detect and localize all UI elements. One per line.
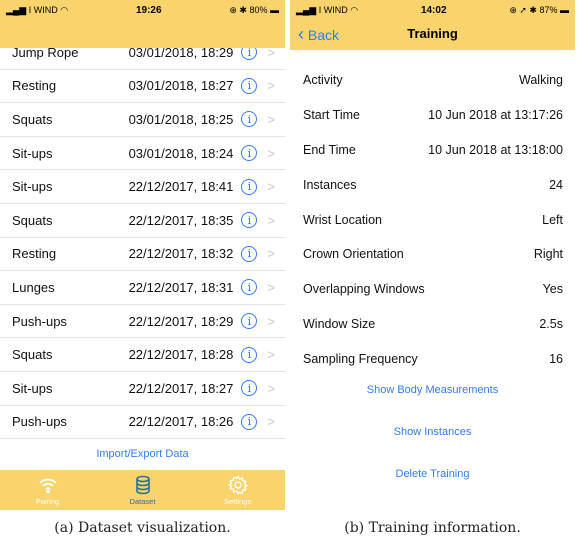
detail-row: Window Size 2.5s bbox=[303, 316, 563, 331]
detail-row: Instances 24 bbox=[303, 177, 563, 192]
info-icon[interactable]: i bbox=[241, 178, 258, 195]
info-icon[interactable]: i bbox=[241, 212, 258, 229]
list-item[interactable]: Resting 22/12/2017, 18:32 i > bbox=[0, 238, 285, 272]
list-item[interactable]: Sit-ups 22/12/2017, 18:41 i > bbox=[0, 170, 285, 204]
chevron-right-icon: > bbox=[267, 414, 275, 430]
tab-bar: Pairing Dataset Settings bbox=[0, 470, 285, 510]
nav-bar: ▂▄▆ I WIND ◠ 19:26 ⊕ ✱ 80% ▬ bbox=[0, 0, 285, 48]
caption-b: (b) Training information. bbox=[344, 520, 521, 536]
list-item[interactable]: Sit-ups 03/01/2018, 18:24 i > bbox=[0, 137, 285, 171]
signal-icon: ▂▄▆ bbox=[296, 4, 319, 15]
gear-icon bbox=[227, 474, 248, 495]
delete-training-button[interactable]: Delete Training bbox=[290, 468, 575, 480]
chevron-right-icon: > bbox=[267, 145, 275, 161]
training-screen: ▂▄▆ I WIND ◠ 14:02 ⊕ ➚ ✱ 87% ▬ ‹ Back Tr… bbox=[290, 0, 575, 510]
database-icon bbox=[135, 475, 150, 494]
wifi-status-icon: ◠ bbox=[350, 4, 359, 15]
chevron-right-icon: > bbox=[267, 179, 275, 195]
chevron-right-icon: > bbox=[267, 78, 275, 94]
training-details: Activity Walking Start Time 10 Jun 2018 at … bbox=[290, 63, 575, 376]
tab-dataset[interactable]: Dataset bbox=[95, 470, 190, 510]
signal-icon: ▂▄▆ bbox=[6, 4, 29, 15]
detail-row: Start Time 10 Jun 2018 at 13:17:26 bbox=[303, 108, 563, 123]
detail-row: Overlapping Windows Yes bbox=[303, 282, 563, 297]
wifi-status-icon: ◠ bbox=[60, 4, 69, 15]
chevron-right-icon: > bbox=[267, 279, 275, 295]
battery-icon: ▬ bbox=[270, 4, 279, 15]
status-bar: ▂▄▆ I WIND ◠ 19:26 ⊕ ✱ 80% ▬ bbox=[6, 4, 279, 16]
chevron-right-icon: > bbox=[267, 380, 275, 396]
info-icon[interactable]: i bbox=[241, 413, 258, 430]
list-item[interactable]: Squats 03/01/2018, 18:25 i > bbox=[0, 103, 285, 137]
wifi-icon bbox=[38, 478, 57, 493]
show-body-measurements-button[interactable]: Show Body Measurements bbox=[290, 384, 575, 396]
chevron-right-icon: > bbox=[267, 313, 275, 329]
battery-icon: ▬ bbox=[560, 4, 569, 15]
chevron-right-icon: > bbox=[267, 246, 275, 262]
list-item[interactable]: Squats 22/12/2017, 18:35 i > bbox=[0, 204, 285, 238]
status-bar: ▂▄▆ I WIND ◠ 14:02 ⊕ ➚ ✱ 87% ▬ bbox=[296, 4, 569, 16]
info-icon[interactable]: i bbox=[241, 279, 258, 296]
location-icon: ⊕ ➚ ✱ bbox=[509, 4, 540, 15]
page-title: Training bbox=[407, 26, 458, 41]
info-icon[interactable]: i bbox=[241, 380, 258, 397]
tab-pairing[interactable]: Pairing bbox=[0, 470, 95, 510]
detail-row: Activity Walking bbox=[303, 73, 563, 88]
info-icon[interactable]: i bbox=[241, 77, 258, 94]
chevron-right-icon: > bbox=[267, 347, 275, 363]
bluetooth-icon: ⊕ ✱ bbox=[229, 4, 250, 15]
detail-row: Sampling Frequency 16 bbox=[303, 351, 563, 366]
detail-row: Wrist Location Left bbox=[303, 212, 563, 227]
tab-settings[interactable]: Settings bbox=[190, 470, 285, 510]
show-instances-button[interactable]: Show Instances bbox=[290, 426, 575, 438]
list-item[interactable]: Push-ups 22/12/2017, 18:29 i > bbox=[0, 305, 285, 339]
nav-bar: ▂▄▆ I WIND ◠ 14:02 ⊕ ➚ ✱ 87% ▬ ‹ Back Tr… bbox=[290, 0, 575, 50]
info-icon[interactable]: i bbox=[241, 111, 258, 128]
info-icon[interactable]: i bbox=[241, 346, 258, 363]
import-export-button[interactable]: Import/Export Data bbox=[0, 448, 285, 460]
list-item[interactable]: Sit-ups 22/12/2017, 18:27 i > bbox=[0, 372, 285, 406]
detail-row: Crown Orientation Right bbox=[303, 247, 563, 262]
info-icon[interactable]: i bbox=[241, 245, 258, 262]
chevron-right-icon: > bbox=[267, 212, 275, 228]
detail-row: End Time 10 Jun 2018 at 13:18:00 bbox=[303, 142, 563, 157]
list-item[interactable]: Resting 03/01/2018, 18:27 i > bbox=[0, 70, 285, 104]
caption-a: (a) Dataset visualization. bbox=[54, 520, 231, 536]
list-item[interactable]: Push-ups 22/12/2017, 18:26 i > bbox=[0, 406, 285, 440]
list-item[interactable]: Lunges 22/12/2017, 18:31 i > bbox=[0, 271, 285, 305]
dataset-screen: ▂▄▆ I WIND ◠ 19:26 ⊕ ✱ 80% ▬ Jump Rope 03… bbox=[0, 0, 285, 510]
info-icon[interactable]: i bbox=[241, 145, 258, 162]
list-item[interactable]: Squats 22/12/2017, 18:28 i > bbox=[0, 338, 285, 372]
chevron-right-icon: > bbox=[267, 111, 275, 127]
info-icon[interactable]: i bbox=[241, 313, 258, 330]
training-list: Jump Rope 03/01/2018, 18:29 i > Resting 03/01… bbox=[0, 36, 285, 440]
